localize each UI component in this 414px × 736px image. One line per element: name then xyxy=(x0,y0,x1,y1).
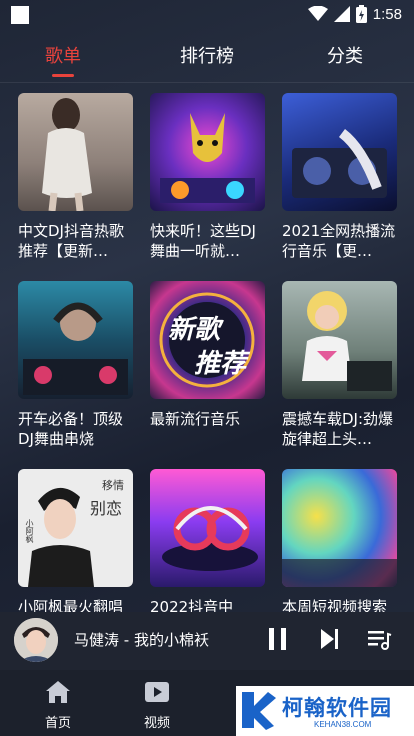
playlist-cover xyxy=(150,469,265,587)
playlist-card[interactable]: 本周短视频搜索 xyxy=(282,469,397,613)
playlist-card[interactable]: 移情 别恋 小阿枫 小阿枫最火翻唱 xyxy=(18,469,133,613)
nav-item-home[interactable]: 首页 xyxy=(28,680,88,731)
playlist-title: 本周短视频搜索 xyxy=(282,598,388,613)
playlist-title: 开车必备！顶级DJ舞曲串烧 xyxy=(18,410,124,448)
playlist-cover xyxy=(18,93,133,211)
home-icon xyxy=(46,681,70,703)
top-tabs: 歌单 排行榜 分类 xyxy=(0,30,414,82)
playlist-title: 中文DJ抖音热歌推荐【更新… xyxy=(18,222,124,260)
playlist-cover xyxy=(282,93,397,211)
playlist-card[interactable]: 新歌 推荐 最新流行音乐 xyxy=(150,281,265,449)
playlist-card[interactable]: 快来听！这些DJ舞曲一听就… xyxy=(150,93,265,261)
playlist-title: 快来听！这些DJ舞曲一听就… xyxy=(150,222,256,260)
status-bar: 1:58 xyxy=(0,0,414,30)
cover-text: 小阿枫 xyxy=(25,519,34,543)
nav-item-video[interactable]: 视频 xyxy=(127,680,187,731)
tab-indicator xyxy=(52,74,74,77)
tab-rankings[interactable]: 排行榜 xyxy=(167,42,247,68)
video-icon xyxy=(145,682,169,702)
watermark-name: 柯翰软件园 xyxy=(282,696,392,720)
watermark: 柯翰软件园 KEHAN38.COM xyxy=(236,686,414,736)
playlist-cover xyxy=(150,93,265,211)
logo-icon xyxy=(242,692,276,730)
watermark-url: KEHAN38.COM xyxy=(314,720,372,729)
playlist-card[interactable]: 震撼车载DJ:劲爆旋律超上头… xyxy=(282,281,397,449)
album-art[interactable] xyxy=(14,618,58,662)
playlist-card[interactable]: 2021全网热播流行音乐【更… xyxy=(282,93,397,261)
tab-categories[interactable]: 分类 xyxy=(305,42,385,68)
cover-text: 移情 xyxy=(102,479,124,492)
playlist-title: 最新流行音乐 xyxy=(150,410,241,428)
signal-icon xyxy=(333,6,350,22)
notification-icon xyxy=(11,6,29,24)
next-track-icon[interactable] xyxy=(318,626,342,652)
playlist-card[interactable]: 开车必备！顶级DJ舞曲串烧 xyxy=(18,281,133,449)
mini-player[interactable]: 马健涛 - 我的小棉袄 xyxy=(0,612,414,670)
playlist-card[interactable]: 中文DJ抖音热歌推荐【更新… xyxy=(18,93,133,261)
now-playing-title: 马健涛 - 我的小棉袄 xyxy=(74,631,209,649)
wifi-icon xyxy=(307,6,328,21)
playlist-cover xyxy=(18,281,133,399)
playlist-queue-icon[interactable] xyxy=(366,626,392,652)
playlist-grid: 中文DJ抖音热歌推荐【更新… 快来听！这些DJ舞曲一听就… 2021全网热播流行… xyxy=(18,93,398,613)
tab-playlists[interactable]: 歌单 xyxy=(23,42,103,68)
playlist-title: 震撼车载DJ:劲爆旋律超上头… xyxy=(282,410,394,448)
playlist-title: 2021全网热播流行音乐【更… xyxy=(282,222,396,260)
playlist-card[interactable]: 2022抖音中 xyxy=(150,469,265,613)
cover-text: 别恋 xyxy=(90,499,123,518)
playlist-cover xyxy=(282,469,397,587)
cover-text: 推荐 xyxy=(194,349,247,379)
battery-charging-icon xyxy=(355,5,367,23)
cover-text: 新歌 xyxy=(168,315,221,345)
nav-label: 首页 xyxy=(44,716,71,731)
playlist-cover: 新歌 推荐 xyxy=(150,281,265,399)
playlist-cover xyxy=(282,281,397,399)
clock: 1:58 xyxy=(372,5,402,23)
playlist-title: 2022抖音中 xyxy=(150,598,234,613)
nav-label: 视频 xyxy=(143,716,170,731)
playlist-cover: 移情 别恋 小阿枫 xyxy=(18,469,133,587)
divider xyxy=(0,82,414,83)
playlist-title: 小阿枫最火翻唱 xyxy=(18,598,124,613)
pause-icon[interactable] xyxy=(266,626,290,652)
